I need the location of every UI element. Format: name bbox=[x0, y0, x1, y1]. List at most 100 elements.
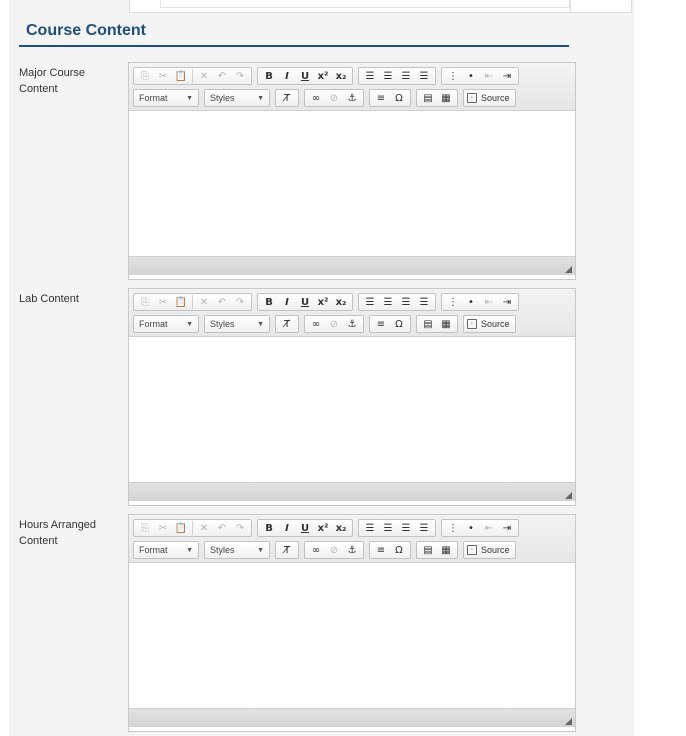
cut-icon[interactable]: ✂ bbox=[155, 520, 171, 536]
subscript-icon[interactable]: x₂ bbox=[333, 68, 349, 84]
redo-icon[interactable]: ↷ bbox=[232, 294, 248, 310]
anchor-icon[interactable]: ⚓ bbox=[344, 90, 360, 106]
bulleted-list-icon[interactable]: • bbox=[463, 294, 479, 310]
copy-icon[interactable]: ⎘ bbox=[137, 520, 153, 536]
outdent-icon[interactable]: ⇤ bbox=[481, 68, 497, 84]
source-button[interactable]: ◦ Source bbox=[463, 89, 516, 107]
cut-icon[interactable]: ✂ bbox=[155, 68, 171, 84]
underline-icon[interactable]: U bbox=[297, 520, 313, 536]
styles-dropdown[interactable]: Styles ▼ bbox=[204, 315, 270, 333]
align-center-icon[interactable]: ☰ bbox=[380, 294, 396, 310]
editor-content-area[interactable] bbox=[129, 563, 575, 708]
align-right-icon[interactable]: ☰ bbox=[398, 294, 414, 310]
resize-handle-icon[interactable] bbox=[565, 266, 572, 273]
align-justify-icon[interactable]: ☰ bbox=[416, 520, 432, 536]
paste-icon[interactable]: 📋 bbox=[173, 520, 189, 536]
cut-icon[interactable]: ✂ bbox=[155, 294, 171, 310]
subscript-icon[interactable]: x₂ bbox=[333, 294, 349, 310]
align-left-icon[interactable]: ☰ bbox=[362, 68, 378, 84]
italic-icon[interactable]: I bbox=[279, 520, 295, 536]
link-icon[interactable]: ∞ bbox=[308, 542, 324, 558]
table-icon[interactable]: ▦ bbox=[438, 316, 454, 332]
special-character-icon[interactable]: Ω bbox=[391, 90, 407, 106]
editor-content-area[interactable] bbox=[129, 111, 575, 256]
styles-dropdown[interactable]: Styles ▼ bbox=[204, 89, 270, 107]
template-icon[interactable]: ▤ bbox=[420, 542, 436, 558]
align-right-icon[interactable]: ☰ bbox=[398, 520, 414, 536]
copy-icon[interactable]: ⎘ bbox=[137, 294, 153, 310]
source-button[interactable]: ◦ Source bbox=[463, 315, 516, 333]
paste-icon[interactable]: 📋 bbox=[173, 294, 189, 310]
outdent-icon[interactable]: ⇤ bbox=[481, 294, 497, 310]
template-icon[interactable]: ▤ bbox=[420, 90, 436, 106]
align-left-icon[interactable]: ☰ bbox=[362, 294, 378, 310]
outdent-icon[interactable]: ⇤ bbox=[481, 520, 497, 536]
clear-formatting-icon[interactable]: T̸ bbox=[279, 316, 295, 332]
align-justify-icon[interactable]: ☰ bbox=[416, 68, 432, 84]
unlink-icon[interactable]: ⊘ bbox=[326, 90, 342, 106]
horizontal-line-icon[interactable]: ≡ bbox=[373, 542, 389, 558]
horizontal-line-icon[interactable]: ≡ bbox=[373, 316, 389, 332]
numbered-list-icon[interactable]: ⋮ bbox=[445, 68, 461, 84]
styles-dropdown[interactable]: Styles ▼ bbox=[204, 541, 270, 559]
bold-icon[interactable]: B bbox=[261, 520, 277, 536]
resize-handle-icon[interactable] bbox=[565, 718, 572, 725]
editor-content-area[interactable] bbox=[129, 337, 575, 482]
unlink-icon[interactable]: ⊘ bbox=[326, 316, 342, 332]
source-button[interactable]: ◦ Source bbox=[463, 541, 516, 559]
subscript-icon[interactable]: x₂ bbox=[333, 520, 349, 536]
special-character-icon[interactable]: Ω bbox=[391, 542, 407, 558]
align-justify-icon[interactable]: ☰ bbox=[416, 294, 432, 310]
indent-icon[interactable]: ⇥ bbox=[499, 294, 515, 310]
paste-icon[interactable]: 📋 bbox=[173, 68, 189, 84]
table-icon[interactable]: ▦ bbox=[438, 542, 454, 558]
bulleted-list-icon[interactable]: • bbox=[463, 68, 479, 84]
underline-icon[interactable]: U bbox=[297, 68, 313, 84]
superscript-icon[interactable]: x² bbox=[315, 520, 331, 536]
anchor-icon[interactable]: ⚓ bbox=[344, 542, 360, 558]
undo-icon[interactable]: ↶ bbox=[214, 294, 230, 310]
link-icon[interactable]: ∞ bbox=[308, 90, 324, 106]
undo-icon[interactable]: ↶ bbox=[214, 68, 230, 84]
bold-icon[interactable]: B bbox=[261, 68, 277, 84]
italic-icon[interactable]: I bbox=[279, 294, 295, 310]
resize-handle-icon[interactable] bbox=[565, 492, 572, 499]
underline-icon[interactable]: U bbox=[297, 294, 313, 310]
previous-field-input[interactable] bbox=[160, 0, 570, 8]
indent-icon[interactable]: ⇥ bbox=[499, 520, 515, 536]
indent-icon[interactable]: ⇥ bbox=[499, 68, 515, 84]
rich-text-editor-hours-arranged-content[interactable]: ⎘ ✂ 📋 ✕ ↶ ↷ B I U x² x₂ ☰ ☰ ☰ ☰ ⋮ • ⇤ ⇥ … bbox=[128, 514, 576, 732]
align-center-icon[interactable]: ☰ bbox=[380, 68, 396, 84]
horizontal-line-icon[interactable]: ≡ bbox=[373, 90, 389, 106]
superscript-icon[interactable]: x² bbox=[315, 294, 331, 310]
link-icon[interactable]: ∞ bbox=[308, 316, 324, 332]
align-center-icon[interactable]: ☰ bbox=[380, 520, 396, 536]
format-dropdown[interactable]: Format ▼ bbox=[133, 541, 199, 559]
format-dropdown[interactable]: Format ▼ bbox=[133, 89, 199, 107]
format-dropdown[interactable]: Format ▼ bbox=[133, 315, 199, 333]
remove-format-x-icon[interactable]: ✕ bbox=[196, 294, 212, 310]
superscript-icon[interactable]: x² bbox=[315, 68, 331, 84]
clear-formatting-icon[interactable]: T̸ bbox=[279, 90, 295, 106]
undo-icon[interactable]: ↶ bbox=[214, 520, 230, 536]
redo-icon[interactable]: ↷ bbox=[232, 520, 248, 536]
remove-format-x-icon[interactable]: ✕ bbox=[196, 520, 212, 536]
special-character-icon[interactable]: Ω bbox=[391, 316, 407, 332]
align-right-icon[interactable]: ☰ bbox=[398, 68, 414, 84]
numbered-list-icon[interactable]: ⋮ bbox=[445, 294, 461, 310]
anchor-icon[interactable]: ⚓ bbox=[344, 316, 360, 332]
remove-format-x-icon[interactable]: ✕ bbox=[196, 68, 212, 84]
template-icon[interactable]: ▤ bbox=[420, 316, 436, 332]
bulleted-list-icon[interactable]: • bbox=[463, 520, 479, 536]
copy-icon[interactable]: ⎘ bbox=[137, 68, 153, 84]
rich-text-editor-lab-content[interactable]: ⎘ ✂ 📋 ✕ ↶ ↷ B I U x² x₂ ☰ ☰ ☰ ☰ ⋮ • ⇤ ⇥ … bbox=[128, 288, 576, 506]
italic-icon[interactable]: I bbox=[279, 68, 295, 84]
rich-text-editor-major-course-content[interactable]: ⎘ ✂ 📋 ✕ ↶ ↷ B I U x² x₂ ☰ ☰ ☰ ☰ ⋮ • ⇤ ⇥ … bbox=[128, 62, 576, 280]
clear-formatting-icon[interactable]: T̸ bbox=[279, 542, 295, 558]
bold-icon[interactable]: B bbox=[261, 294, 277, 310]
numbered-list-icon[interactable]: ⋮ bbox=[445, 520, 461, 536]
redo-icon[interactable]: ↷ bbox=[232, 68, 248, 84]
table-icon[interactable]: ▦ bbox=[438, 90, 454, 106]
align-left-icon[interactable]: ☰ bbox=[362, 520, 378, 536]
unlink-icon[interactable]: ⊘ bbox=[326, 542, 342, 558]
